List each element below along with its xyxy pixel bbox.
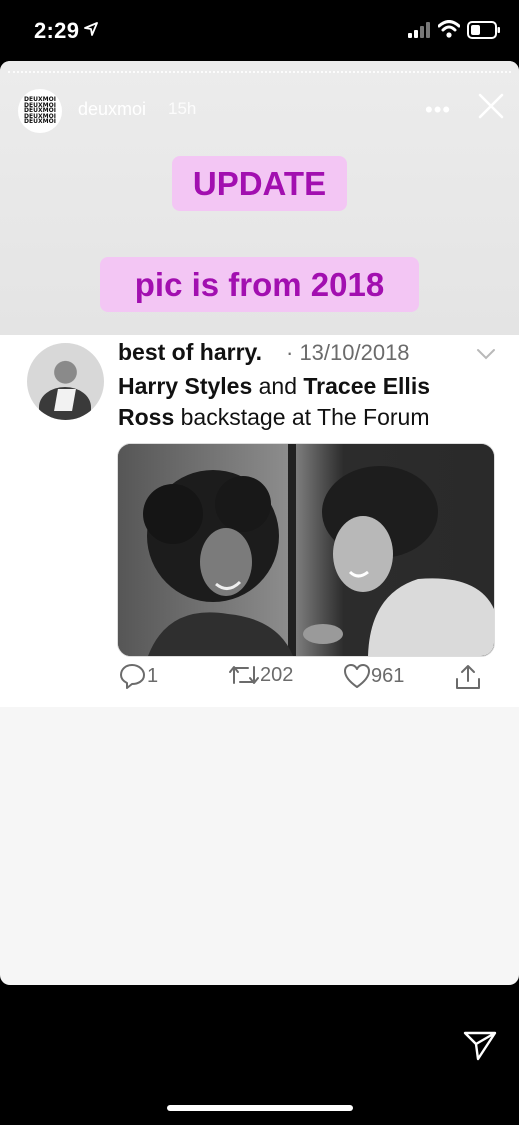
retweet-count: 202 [260,663,294,686]
wifi-icon [437,20,461,43]
update-sticker: UPDATE [172,156,347,211]
home-indicator[interactable] [167,1105,353,1111]
reply-icon [120,664,145,689]
heart-icon [344,664,370,688]
story-time-ago: 15h [168,99,197,118]
reply-count: 1 [147,664,159,687]
story-username[interactable]: deuxmoi [78,99,146,120]
send-paper-plane-icon[interactable] [463,1031,497,1066]
like-count: 961 [371,664,405,687]
reply-action: 1 [119,663,158,689]
tweet-author-avatar [27,343,104,420]
status-bar: 2:29 [0,0,519,62]
close-icon[interactable] [478,93,504,124]
like-action: 961 [343,663,404,689]
cellular-signal-icon [408,22,430,43]
tweet-photo [117,443,495,657]
tweet-actions: 1 202 961 [0,663,519,699]
status-time: 2:29 [34,18,80,43]
story-header-area: DEUXMOI DEUXMOI DEUXMOI DEUXMOI DEUXMOI … [0,61,519,336]
tweet-date: · 13/10/2018 [286,340,410,365]
deuxmoi-logo: DEUXMOI DEUXMOI DEUXMOI DEUXMOI DEUXMOI [24,96,56,126]
more-options-icon[interactable]: ••• [425,97,451,123]
tweet-screenshot: best of harry. · 13/10/2018 Harry Styles… [0,335,519,707]
retweet-icon [229,666,259,684]
battery-icon [467,21,501,44]
retweet-action: 202 [228,663,293,687]
share-icon [455,663,481,691]
story-avatar[interactable]: DEUXMOI DEUXMOI DEUXMOI DEUXMOI DEUXMOI [18,89,62,133]
location-arrow-icon [84,22,98,41]
story-progress-bar [8,71,511,76]
tweet-text: Harry Styles and Tracee Ellis Ross backs… [118,373,430,430]
chevron-down-icon [476,347,496,365]
tweet-author-name: best of harry. [118,339,262,365]
pic-year-sticker: pic is from 2018 [100,257,419,312]
story-card[interactable]: DEUXMOI DEUXMOI DEUXMOI DEUXMOI DEUXMOI … [0,61,519,985]
